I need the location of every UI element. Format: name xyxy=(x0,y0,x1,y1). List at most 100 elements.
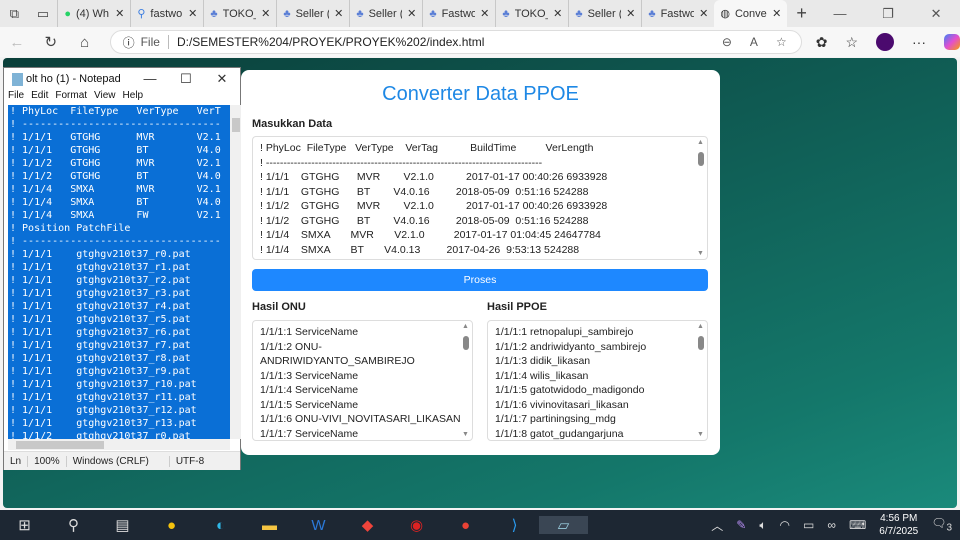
input-line: ! 1/1/4 SMXA BT V4.0.13 2017-04-26 9:53:… xyxy=(260,243,580,256)
browser-tab[interactable]: ♣ TOKO_ ✕ xyxy=(203,0,276,27)
pen-icon[interactable]: ✎ xyxy=(736,518,746,532)
tab-close-icon[interactable]: ✕ xyxy=(188,7,197,20)
vscode-icon[interactable]: ⟩ xyxy=(490,516,539,534)
tab-actions-icon[interactable]: ▭ xyxy=(29,6,58,22)
read-aloud-icon[interactable]: A xyxy=(750,35,758,49)
wifi-icon[interactable]: ◠ xyxy=(780,518,790,532)
notepad-statusbar: Ln 100% Windows (CRLF) UTF-8 xyxy=(4,451,240,470)
notepad-minimize-button[interactable]: — xyxy=(132,71,168,87)
favorite-star-icon[interactable]: ☆ xyxy=(776,35,787,49)
notepad-titlebar[interactable]: olt ho (1) - Notepad — ☐ ✕ xyxy=(4,68,240,90)
notepad-taskbar-icon[interactable]: ▱ xyxy=(539,516,588,534)
tab-close-icon[interactable]: ✕ xyxy=(553,7,562,20)
notepad-text-area[interactable]: ! PhyLoc FileType VerType VerT ! --------… xyxy=(8,105,230,439)
tab-close-icon[interactable]: ✕ xyxy=(699,7,708,20)
notification-icon[interactable]: 🗨︎3 xyxy=(931,516,952,533)
tab-close-icon[interactable]: ✕ xyxy=(626,7,635,20)
volume-icon[interactable]: 🔈︎ xyxy=(759,518,766,533)
extensions-icon[interactable]: ✿ xyxy=(816,34,828,51)
battery-icon[interactable]: ▭ xyxy=(803,518,814,532)
tab-title: TOKO_ xyxy=(222,7,257,20)
chrome-profile-icon[interactable]: ● xyxy=(441,517,490,534)
tab-close-icon[interactable]: ✕ xyxy=(115,7,124,20)
globe-icon: ◍ xyxy=(720,8,730,20)
notepad-menu-item[interactable]: Format xyxy=(55,90,87,104)
onu-line: 1/1/1:3 ServiceName xyxy=(260,369,359,382)
restore-button[interactable]: ❐ xyxy=(864,6,912,22)
input-textarea[interactable]: ! PhyLoc FileType VerType VerTag BuildTi… xyxy=(252,136,708,260)
tab-close-icon[interactable]: ✕ xyxy=(334,7,343,20)
copilot-icon[interactable] xyxy=(944,34,960,50)
app-icon[interactable]: ◉ xyxy=(392,516,441,534)
task-view-icon[interactable]: ▤ xyxy=(98,516,147,534)
notepad-menu-item[interactable]: Edit xyxy=(31,90,48,104)
tab-close-icon[interactable]: ✕ xyxy=(407,7,416,20)
notepad-menu-item[interactable]: File xyxy=(8,90,24,104)
file-explorer-icon[interactable]: ▬ xyxy=(245,517,294,534)
back-icon[interactable]: ← xyxy=(0,34,34,51)
proses-button[interactable]: Proses xyxy=(252,269,708,291)
start-button[interactable]: ⊞ xyxy=(0,516,49,534)
browser-tab[interactable]: ● (4) Wh ✕ xyxy=(57,0,130,27)
show-hidden-icons[interactable]: ︿ xyxy=(711,517,723,534)
link-icon[interactable]: ∞ xyxy=(827,518,836,532)
notepad-line: ! 1/1/1 gtghgv210t37_r13.pat xyxy=(10,418,197,429)
clock[interactable]: 4:56 PM 6/7/2025 xyxy=(879,512,918,538)
ppoe-output-textarea[interactable]: 1/1/1:1 retnopalupi_sambirejo 1/1/1:2 and… xyxy=(487,320,708,441)
home-icon[interactable]: ⌂ xyxy=(68,34,102,51)
notepad-menu-item[interactable]: View xyxy=(94,90,116,104)
app-icon: ♣ xyxy=(429,7,437,20)
tab-title: Fastwo xyxy=(660,7,695,20)
input-line: ! 1/1/1 GTGHG BT V4.0.16 2018-05-09 0:51… xyxy=(260,185,589,198)
search-icon[interactable]: ⚲ xyxy=(49,516,98,534)
zoom-out-icon[interactable]: ⊖ xyxy=(722,35,732,49)
edge-icon[interactable]: ◐ xyxy=(196,517,245,534)
tab-close-icon[interactable]: ✕ xyxy=(772,7,781,20)
minimize-button[interactable]: — xyxy=(816,6,864,22)
browser-tab[interactable]: ⚲ fastwo ✕ xyxy=(130,0,203,27)
tab-close-icon[interactable]: ✕ xyxy=(261,7,270,20)
notepad-window: olt ho (1) - Notepad — ☐ ✕ File Edit Format V… xyxy=(3,67,241,470)
onu-scrollbar[interactable]: ▲ ▼ xyxy=(462,323,470,438)
close-window-button[interactable]: ✕ xyxy=(912,6,960,22)
notepad-menu-item[interactable]: Help xyxy=(123,90,144,104)
input-scrollbar[interactable]: ▲ ▼ xyxy=(697,139,705,257)
onu-output-textarea[interactable]: 1/1/1:1 ServiceName 1/1/1:2 ONU- ANDRIWIDY… xyxy=(252,320,473,441)
clock-time: 4:56 PM xyxy=(880,513,918,524)
tab-close-icon[interactable]: ✕ xyxy=(480,7,489,20)
notepad-maximize-button[interactable]: ☐ xyxy=(168,71,204,87)
chrome-icon[interactable]: ● xyxy=(147,517,196,534)
info-icon[interactable]: ⓘ xyxy=(123,34,135,51)
anydesk-icon[interactable]: ◆ xyxy=(343,516,392,534)
browser-tab[interactable]: ♣ Seller (✕ xyxy=(349,0,422,27)
notepad-vertical-scrollbar[interactable] xyxy=(230,105,241,439)
browser-tab[interactable]: ♣ Seller (✕ xyxy=(568,0,641,27)
workspaces-icon[interactable]: ⧉ xyxy=(0,6,29,22)
ppoe-scrollbar[interactable]: ▲ ▼ xyxy=(697,323,705,438)
taskbar: ⊞ ⚲ ▤ ● ◐ ▬ W ◆ ◉ ● ⟩ ▱ ︿ ✎ 🔈︎ ◠ ▭ ∞ ⌨ 4… xyxy=(0,510,960,540)
browser-tab[interactable]: ♣ Seller (✕ xyxy=(276,0,349,27)
notepad-horizontal-scrollbar[interactable] xyxy=(8,439,230,450)
browser-tab[interactable]: ◍ Conve ✕ xyxy=(714,0,788,27)
onu-line: 1/1/1:4 ServiceName xyxy=(260,384,359,396)
refresh-icon[interactable]: ↻ xyxy=(34,33,68,51)
browser-tab[interactable]: ♣ Fastwo ✕ xyxy=(422,0,495,27)
search-icon: ⚲ xyxy=(137,8,146,20)
notepad-close-button[interactable]: ✕ xyxy=(204,71,240,87)
file-label: File xyxy=(141,35,169,49)
profile-avatar[interactable] xyxy=(876,33,894,51)
address-bar[interactable]: ⓘ File D:/SEMESTER%204/PROYEK/PROYEK%202… xyxy=(109,30,802,54)
notepad-line: ! --------------------------------- xyxy=(10,119,221,130)
new-tab-button[interactable]: + xyxy=(787,3,816,24)
more-menu-icon[interactable]: ··· xyxy=(912,34,926,50)
keyboard-icon[interactable]: ⌨ xyxy=(849,518,866,532)
browser-tab[interactable]: ♣ Fastwo ✕ xyxy=(641,0,714,27)
word-icon[interactable]: W xyxy=(294,517,343,534)
browser-tab[interactable]: ♣ TOKO_ ✕ xyxy=(495,0,568,27)
url-text[interactable]: D:/SEMESTER%204/PROYEK/PROYEK%202/index.… xyxy=(177,35,484,49)
status-eol: Windows (CRLF) xyxy=(67,455,170,467)
favorites-icon[interactable]: ☆ xyxy=(845,34,858,51)
onu-line: 1/1/1:6 ONU-VIVI_NOVITASARI_LIKASAN xyxy=(260,413,461,425)
onu-line: 1/1/1:2 ONU- xyxy=(260,340,322,353)
onu-label: Hasil ONU xyxy=(252,301,306,313)
